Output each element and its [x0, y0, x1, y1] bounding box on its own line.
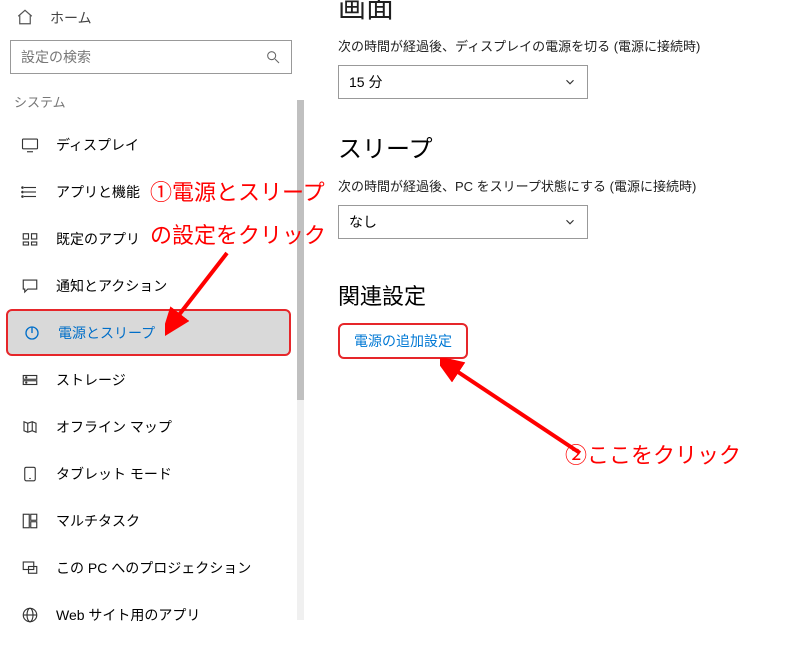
sidebar: ホーム 設定の検索 システム ディスプレイ	[0, 0, 300, 645]
projection-icon	[20, 558, 40, 578]
search-input[interactable]: 設定の検索	[10, 40, 292, 74]
sidebar-item-multitask[interactable]: マルチタスク	[10, 497, 300, 544]
storage-icon	[20, 370, 40, 390]
sidebar-item-label: ストレージ	[56, 370, 126, 390]
additional-power-settings-link[interactable]: 電源の追加設定	[338, 323, 468, 359]
sidebar-item-label: 電源とスリープ	[58, 323, 155, 343]
sidebar-item-label: ディスプレイ	[56, 135, 139, 155]
sleep-dropdown[interactable]: なし	[338, 205, 588, 239]
home-label: ホーム	[50, 8, 92, 28]
chat-icon	[20, 276, 40, 296]
sidebar-item-notifications[interactable]: 通知とアクション	[10, 262, 300, 309]
sidebar-item-label: アプリと機能	[56, 182, 140, 202]
heading-screen: 画面	[338, 0, 788, 26]
sidebar-item-storage[interactable]: ストレージ	[10, 356, 300, 403]
multitask-icon	[20, 511, 40, 531]
heading-sleep: スリープ	[338, 129, 788, 164]
sidebar-item-apps[interactable]: アプリと機能	[10, 168, 300, 215]
sleep-label: 次の時間が経過後、PC をスリープ状態にする (電源に接続時)	[338, 176, 788, 195]
display-off-label: 次の時間が経過後、ディスプレイの電源を切る (電源に接続時)	[338, 36, 788, 55]
tablet-icon	[20, 464, 40, 484]
chevron-down-icon	[563, 75, 577, 89]
sidebar-item-tablet-mode[interactable]: タブレット モード	[10, 450, 300, 497]
heading-related: 関連設定	[338, 279, 788, 311]
sidebar-item-web-apps[interactable]: Web サイト用のアプリ	[10, 591, 300, 638]
link-text: 電源の追加設定	[354, 333, 452, 349]
dropdown-value: 15 分	[349, 72, 382, 92]
home-icon	[16, 8, 36, 28]
sidebar-item-default-apps[interactable]: 既定のアプリ	[10, 215, 300, 262]
list-icon	[20, 182, 40, 202]
sidebar-item-label: この PC へのプロジェクション	[56, 558, 251, 578]
monitor-icon	[20, 135, 40, 155]
defaults-icon	[20, 229, 40, 249]
sidebar-item-label: 通知とアクション	[56, 276, 167, 296]
section-label: システム	[10, 88, 300, 121]
sidebar-item-projection[interactable]: この PC へのプロジェクション	[10, 544, 300, 591]
search-placeholder: 設定の検索	[21, 47, 91, 67]
map-icon	[20, 417, 40, 437]
sidebar-item-label: オフライン マップ	[56, 417, 172, 437]
sidebar-item-label: Web サイト用のアプリ	[56, 605, 200, 625]
dropdown-value: なし	[349, 212, 377, 232]
sidebar-home[interactable]: ホーム	[10, 8, 300, 36]
power-icon	[22, 323, 42, 343]
sidebar-item-label: タブレット モード	[56, 464, 172, 484]
nav-list: ディスプレイ アプリと機能 既定のアプリ	[10, 121, 300, 638]
sidebar-item-label: マルチタスク	[56, 511, 140, 531]
sidebar-item-label: 既定のアプリ	[56, 229, 140, 249]
sidebar-item-power-sleep[interactable]: 電源とスリープ	[6, 309, 291, 356]
search-icon	[265, 49, 281, 65]
globe-icon	[20, 605, 40, 625]
main-content: 画面 次の時間が経過後、ディスプレイの電源を切る (電源に接続時) 15 分 ス…	[300, 0, 802, 645]
chevron-down-icon	[563, 215, 577, 229]
sidebar-item-display[interactable]: ディスプレイ	[10, 121, 300, 168]
display-off-dropdown[interactable]: 15 分	[338, 65, 588, 99]
sidebar-item-offline-maps[interactable]: オフライン マップ	[10, 403, 300, 450]
